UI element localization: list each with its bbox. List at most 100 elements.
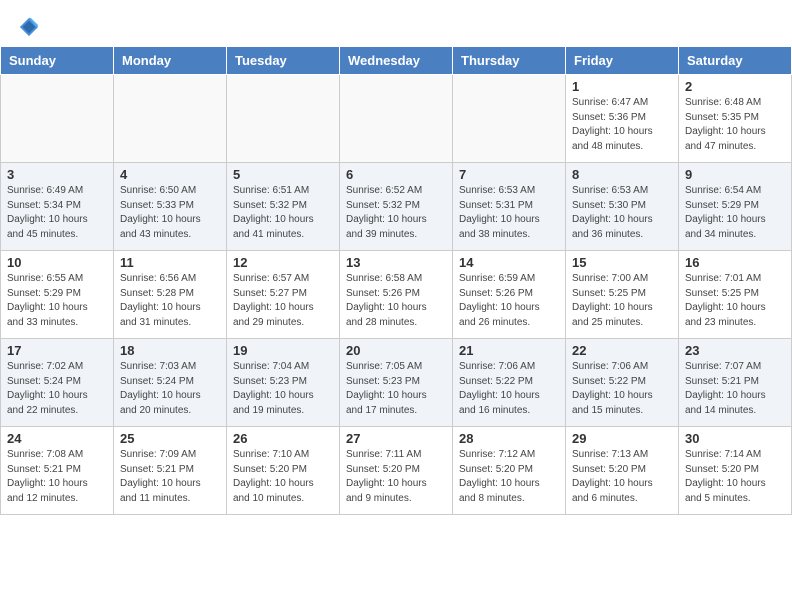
calendar-cell: 3Sunrise: 6:49 AM Sunset: 5:34 PM Daylig… [1,163,114,251]
day-number: 11 [120,255,220,270]
day-info: Sunrise: 7:06 AM Sunset: 5:22 PM Dayligh… [459,360,559,418]
day-info: Sunrise: 7:13 AM Sunset: 5:20 PM Dayligh… [572,448,672,506]
day-number: 10 [7,255,107,270]
calendar-cell: 25Sunrise: 7:09 AM Sunset: 5:21 PM Dayli… [114,427,227,515]
calendar-cell [114,75,227,163]
day-info: Sunrise: 6:52 AM Sunset: 5:32 PM Dayligh… [346,184,446,242]
day-info: Sunrise: 6:50 AM Sunset: 5:33 PM Dayligh… [120,184,220,242]
day-number: 16 [685,255,785,270]
day-number: 8 [572,167,672,182]
calendar-cell [453,75,566,163]
calendar-cell [340,75,453,163]
page-header [0,0,792,46]
calendar-cell: 13 Sunrise: 6:58 AM Sunset: 5:26 PM Dayli… [340,251,453,339]
day-info: Sunrise: 7:08 AM Sunset: 5:21 PM Dayligh… [7,448,107,506]
calendar-cell: 9 Sunrise: 6:54 AM Sunset: 5:29 PM Daylig… [679,163,792,251]
calendar-week-row: 17Sunrise: 7:02 AM Sunset: 5:24 PM Dayli… [1,339,792,427]
day-number: 28 [459,431,559,446]
day-number: 6 [346,167,446,182]
calendar-cell: 2 Sunrise: 6:48 AM Sunset: 5:35 PM Daylig… [679,75,792,163]
day-info: Sunrise: 7:11 AM Sunset: 5:20 PM Dayligh… [346,448,446,506]
day-number: 18 [120,343,220,358]
day-number: 27 [346,431,446,446]
calendar-week-row: 10 Sunrise: 6:55 AM Sunset: 5:29 PM Dayli… [1,251,792,339]
day-info: Sunrise: 7:09 AM Sunset: 5:21 PM Dayligh… [120,448,220,506]
day-info: Sunrise: 7:06 AM Sunset: 5:22 PM Dayligh… [572,360,672,418]
day-info: Sunrise: 6:53 AM Sunset: 5:31 PM Dayligh… [459,184,559,242]
calendar-cell: 28 Sunrise: 7:12 AM Sunset: 5:20 PM Dayli… [453,427,566,515]
calendar-cell: 27 Sunrise: 7:11 AM Sunset: 5:20 PM Dayli… [340,427,453,515]
calendar-cell [1,75,114,163]
calendar-cell: 7 Sunrise: 6:53 AM Sunset: 5:31 PM Daylig… [453,163,566,251]
day-info: Sunrise: 7:10 AM Sunset: 5:20 PM Dayligh… [233,448,333,506]
calendar-cell: 12 Sunrise: 6:57 AM Sunset: 5:27 PM Dayli… [227,251,340,339]
day-info: Sunrise: 6:51 AM Sunset: 5:32 PM Dayligh… [233,184,333,242]
calendar-cell: 19 Sunrise: 7:04 AM Sunset: 5:23 PM Dayli… [227,339,340,427]
calendar-cell: 17Sunrise: 7:02 AM Sunset: 5:24 PM Dayli… [1,339,114,427]
day-info: Sunrise: 7:02 AM Sunset: 5:24 PM Dayligh… [7,360,107,418]
day-number: 23 [685,343,785,358]
calendar-day-header: Sunday [1,47,114,75]
calendar-cell: 23 Sunrise: 7:07 AM Sunset: 5:21 PM Dayli… [679,339,792,427]
day-number: 21 [459,343,559,358]
calendar-cell: 24 Sunrise: 7:08 AM Sunset: 5:21 PM Dayli… [1,427,114,515]
logo [16,16,40,38]
calendar-day-header: Thursday [453,47,566,75]
day-info: Sunrise: 7:05 AM Sunset: 5:23 PM Dayligh… [346,360,446,418]
day-number: 19 [233,343,333,358]
calendar-cell: 20 Sunrise: 7:05 AM Sunset: 5:23 PM Dayli… [340,339,453,427]
day-number: 5 [233,167,333,182]
calendar-day-header: Friday [566,47,679,75]
calendar-cell: 26 Sunrise: 7:10 AM Sunset: 5:20 PM Dayli… [227,427,340,515]
day-number: 15 [572,255,672,270]
day-info: Sunrise: 7:04 AM Sunset: 5:23 PM Dayligh… [233,360,333,418]
day-info: Sunrise: 6:53 AM Sunset: 5:30 PM Dayligh… [572,184,672,242]
day-info: Sunrise: 6:47 AM Sunset: 5:36 PM Dayligh… [572,96,672,154]
calendar-week-row: 3Sunrise: 6:49 AM Sunset: 5:34 PM Daylig… [1,163,792,251]
calendar-cell: 21 Sunrise: 7:06 AM Sunset: 5:22 PM Dayli… [453,339,566,427]
day-number: 7 [459,167,559,182]
day-info: Sunrise: 6:57 AM Sunset: 5:27 PM Dayligh… [233,272,333,330]
day-info: Sunrise: 6:54 AM Sunset: 5:29 PM Dayligh… [685,184,785,242]
calendar-cell [227,75,340,163]
day-number: 2 [685,79,785,94]
calendar-cell: 4Sunrise: 6:50 AM Sunset: 5:33 PM Daylig… [114,163,227,251]
calendar-cell: 6 Sunrise: 6:52 AM Sunset: 5:32 PM Daylig… [340,163,453,251]
day-number: 20 [346,343,446,358]
calendar-day-header: Monday [114,47,227,75]
calendar-cell: 14 Sunrise: 6:59 AM Sunset: 5:26 PM Dayli… [453,251,566,339]
day-number: 3 [7,167,107,182]
day-number: 13 [346,255,446,270]
calendar-day-header: Tuesday [227,47,340,75]
day-info: Sunrise: 6:56 AM Sunset: 5:28 PM Dayligh… [120,272,220,330]
calendar-cell: 8 Sunrise: 6:53 AM Sunset: 5:30 PM Daylig… [566,163,679,251]
day-number: 9 [685,167,785,182]
logo-icon [18,16,40,38]
day-number: 24 [7,431,107,446]
day-number: 30 [685,431,785,446]
calendar-cell: 5 Sunrise: 6:51 AM Sunset: 5:32 PM Daylig… [227,163,340,251]
day-number: 26 [233,431,333,446]
calendar-cell: 16 Sunrise: 7:01 AM Sunset: 5:25 PM Dayli… [679,251,792,339]
calendar-table: SundayMondayTuesdayWednesdayThursdayFrid… [0,46,792,515]
day-number: 22 [572,343,672,358]
day-info: Sunrise: 6:58 AM Sunset: 5:26 PM Dayligh… [346,272,446,330]
day-info: Sunrise: 7:03 AM Sunset: 5:24 PM Dayligh… [120,360,220,418]
day-number: 14 [459,255,559,270]
day-info: Sunrise: 7:12 AM Sunset: 5:20 PM Dayligh… [459,448,559,506]
calendar-day-header: Wednesday [340,47,453,75]
calendar-cell: 18 Sunrise: 7:03 AM Sunset: 5:24 PM Dayli… [114,339,227,427]
day-info: Sunrise: 6:55 AM Sunset: 5:29 PM Dayligh… [7,272,107,330]
day-info: Sunrise: 6:59 AM Sunset: 5:26 PM Dayligh… [459,272,559,330]
calendar-day-header: Saturday [679,47,792,75]
day-info: Sunrise: 7:01 AM Sunset: 5:25 PM Dayligh… [685,272,785,330]
day-info: Sunrise: 6:48 AM Sunset: 5:35 PM Dayligh… [685,96,785,154]
calendar-cell: 29 Sunrise: 7:13 AM Sunset: 5:20 PM Dayli… [566,427,679,515]
calendar-week-row: 1Sunrise: 6:47 AM Sunset: 5:36 PM Daylig… [1,75,792,163]
day-number: 29 [572,431,672,446]
calendar-week-row: 24 Sunrise: 7:08 AM Sunset: 5:21 PM Dayli… [1,427,792,515]
day-info: Sunrise: 7:07 AM Sunset: 5:21 PM Dayligh… [685,360,785,418]
day-info: Sunrise: 7:14 AM Sunset: 5:20 PM Dayligh… [685,448,785,506]
day-number: 12 [233,255,333,270]
calendar-cell: 11 Sunrise: 6:56 AM Sunset: 5:28 PM Dayli… [114,251,227,339]
